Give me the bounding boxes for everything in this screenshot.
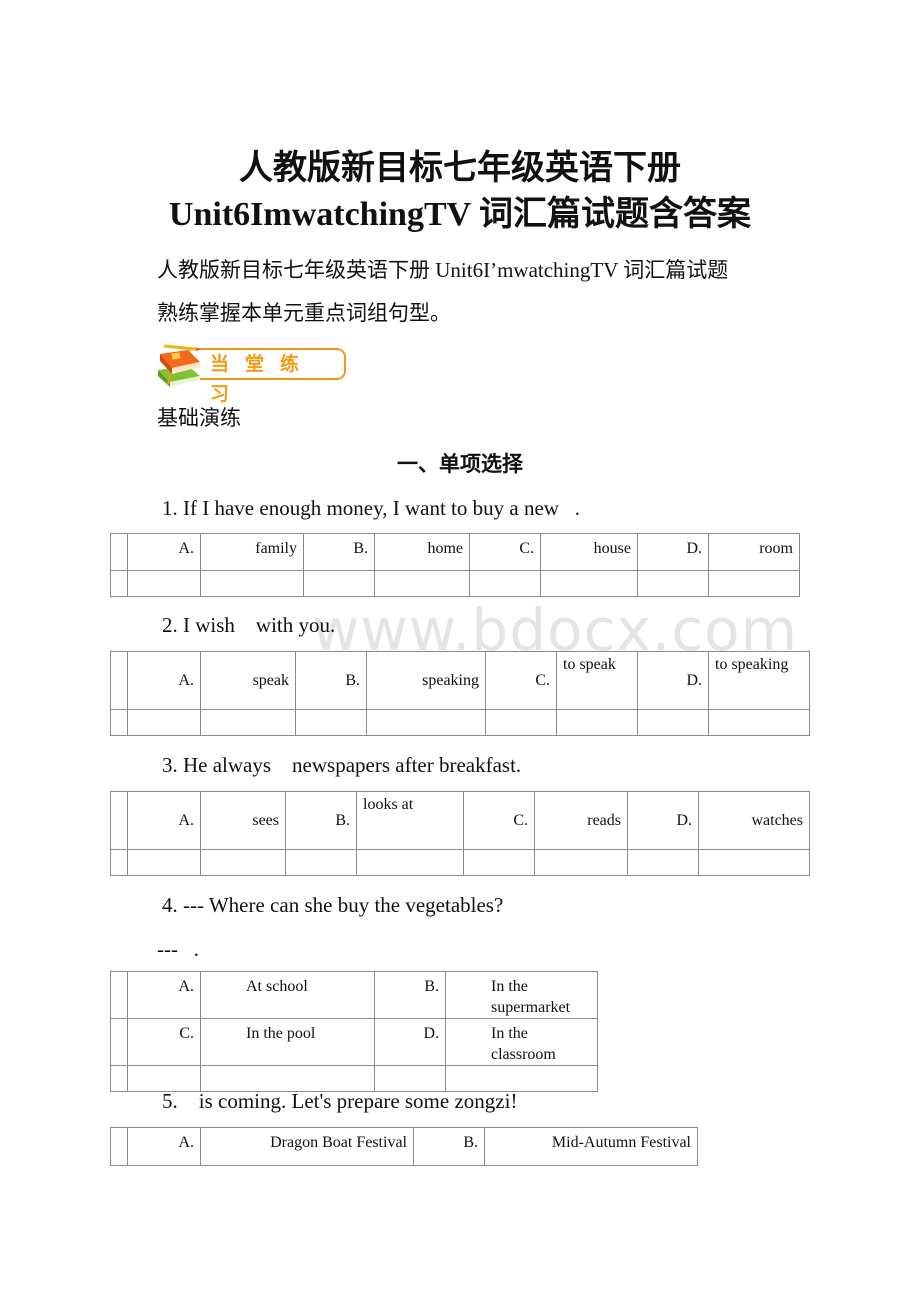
option-text[interactable]: speak	[200, 651, 296, 710]
table-cell	[469, 570, 541, 597]
table-cell	[110, 709, 128, 736]
table-cell	[303, 570, 375, 597]
table-cell	[127, 570, 201, 597]
section-label: 基础演练	[157, 406, 241, 430]
option-text[interactable]: Dragon Boat Festival	[200, 1127, 414, 1166]
table-cell	[200, 709, 296, 736]
table-cell	[698, 849, 810, 876]
document-title-line-1: 人教版新目标七年级英语下册	[239, 150, 681, 187]
option-letter: C.	[463, 791, 535, 850]
option-letter: A.	[127, 1127, 201, 1166]
option-letter: D.	[637, 651, 709, 710]
option-text[interactable]: home	[374, 533, 470, 571]
table-cell	[637, 570, 709, 597]
table-cell	[463, 849, 535, 876]
table-cell	[295, 709, 367, 736]
table-cell	[200, 570, 304, 597]
option-letter: C.	[469, 533, 541, 571]
table-cell	[110, 651, 128, 710]
option-letter: B.	[295, 651, 367, 710]
option-text[interactable]: Mid-Autumn Festival	[484, 1127, 698, 1166]
intro-line-2: 熟练掌握本单元重点词组句型。	[157, 301, 451, 325]
table-cell	[200, 849, 286, 876]
table-cell	[110, 1127, 128, 1166]
options-table-3: A. sees B. looks at C. reads D. watches	[110, 791, 810, 876]
question-4-answer-line: --- .	[157, 937, 199, 961]
option-text[interactable]: room	[708, 533, 800, 571]
table-cell	[534, 849, 628, 876]
table-cell	[285, 849, 357, 876]
option-text[interactable]: reads	[534, 791, 628, 850]
books-pencil-icon	[158, 344, 201, 387]
table-cell	[556, 709, 638, 736]
option-letter: A.	[127, 791, 201, 850]
table-cell	[366, 709, 486, 736]
option-letter: D.	[374, 1018, 446, 1066]
option-text[interactable]: looks at	[356, 791, 464, 850]
table-cell	[356, 849, 464, 876]
options-table-2: A. speak B. speaking C. to speak D. to s…	[110, 651, 810, 736]
option-text[interactable]: house	[540, 533, 638, 571]
option-text[interactable]: family	[200, 533, 304, 571]
options-table-4: A. At school B. In the supermarket C. In…	[110, 971, 598, 1092]
option-text[interactable]: watches	[698, 791, 810, 850]
option-text[interactable]: In the classroom	[445, 1018, 598, 1066]
option-letter: B.	[303, 533, 375, 571]
table-cell	[110, 533, 128, 571]
table-cell	[627, 849, 699, 876]
table-cell	[374, 570, 470, 597]
option-text[interactable]: to speaking	[708, 651, 810, 710]
options-table-5: A. Dragon Boat Festival B. Mid-Autumn Fe…	[110, 1127, 698, 1166]
option-letter: B.	[374, 971, 446, 1019]
section-heading: 一、单项选择	[397, 452, 523, 476]
option-letter: D.	[637, 533, 709, 571]
option-text[interactable]: to speak	[556, 651, 638, 710]
table-cell	[110, 1065, 128, 1092]
option-letter: A.	[127, 651, 201, 710]
table-cell	[708, 570, 800, 597]
practice-badge: 当堂练习	[154, 340, 346, 405]
table-cell	[637, 709, 709, 736]
question-2: 2. I wish with you.	[162, 613, 336, 637]
option-text[interactable]: In the supermarket	[445, 971, 598, 1019]
badge-label: 当堂练习	[210, 353, 316, 405]
option-letter: B.	[413, 1127, 485, 1166]
table-cell	[110, 791, 128, 850]
table-cell	[110, 1018, 128, 1066]
table-cell	[485, 709, 557, 736]
document-title-line-2: Unit6ImwatchingTV 词汇篇试题含答案	[168, 196, 752, 233]
option-text[interactable]: At school	[200, 971, 375, 1019]
option-letter: D.	[627, 791, 699, 850]
option-letter: C.	[485, 651, 557, 710]
question-3: 3. He always newspapers after breakfast.	[162, 753, 522, 777]
table-cell	[110, 570, 128, 597]
option-text[interactable]: In the pool	[200, 1018, 375, 1066]
option-text[interactable]: speaking	[366, 651, 486, 710]
table-cell	[708, 709, 810, 736]
options-table-1: A. family B. home C. house D. room	[110, 533, 800, 597]
table-cell	[127, 849, 201, 876]
table-cell	[127, 709, 201, 736]
option-letter: A.	[127, 533, 201, 571]
question-5: 5. is coming. Let's prepare some zongzi!	[162, 1089, 518, 1113]
table-cell	[110, 849, 128, 876]
table-cell	[110, 971, 128, 1019]
intro-line-1: 人教版新目标七年级英语下册 Unit6I’mwatchingTV 词汇篇试题	[157, 258, 729, 282]
table-cell	[540, 570, 638, 597]
option-letter: C.	[127, 1018, 201, 1066]
question-1: 1. If I have enough money, I want to buy…	[162, 496, 580, 520]
question-4: 4. --- Where can she buy the vegetables?	[162, 893, 504, 917]
option-letter: B.	[285, 791, 357, 850]
option-letter: A.	[127, 971, 201, 1019]
option-text[interactable]: sees	[200, 791, 286, 850]
